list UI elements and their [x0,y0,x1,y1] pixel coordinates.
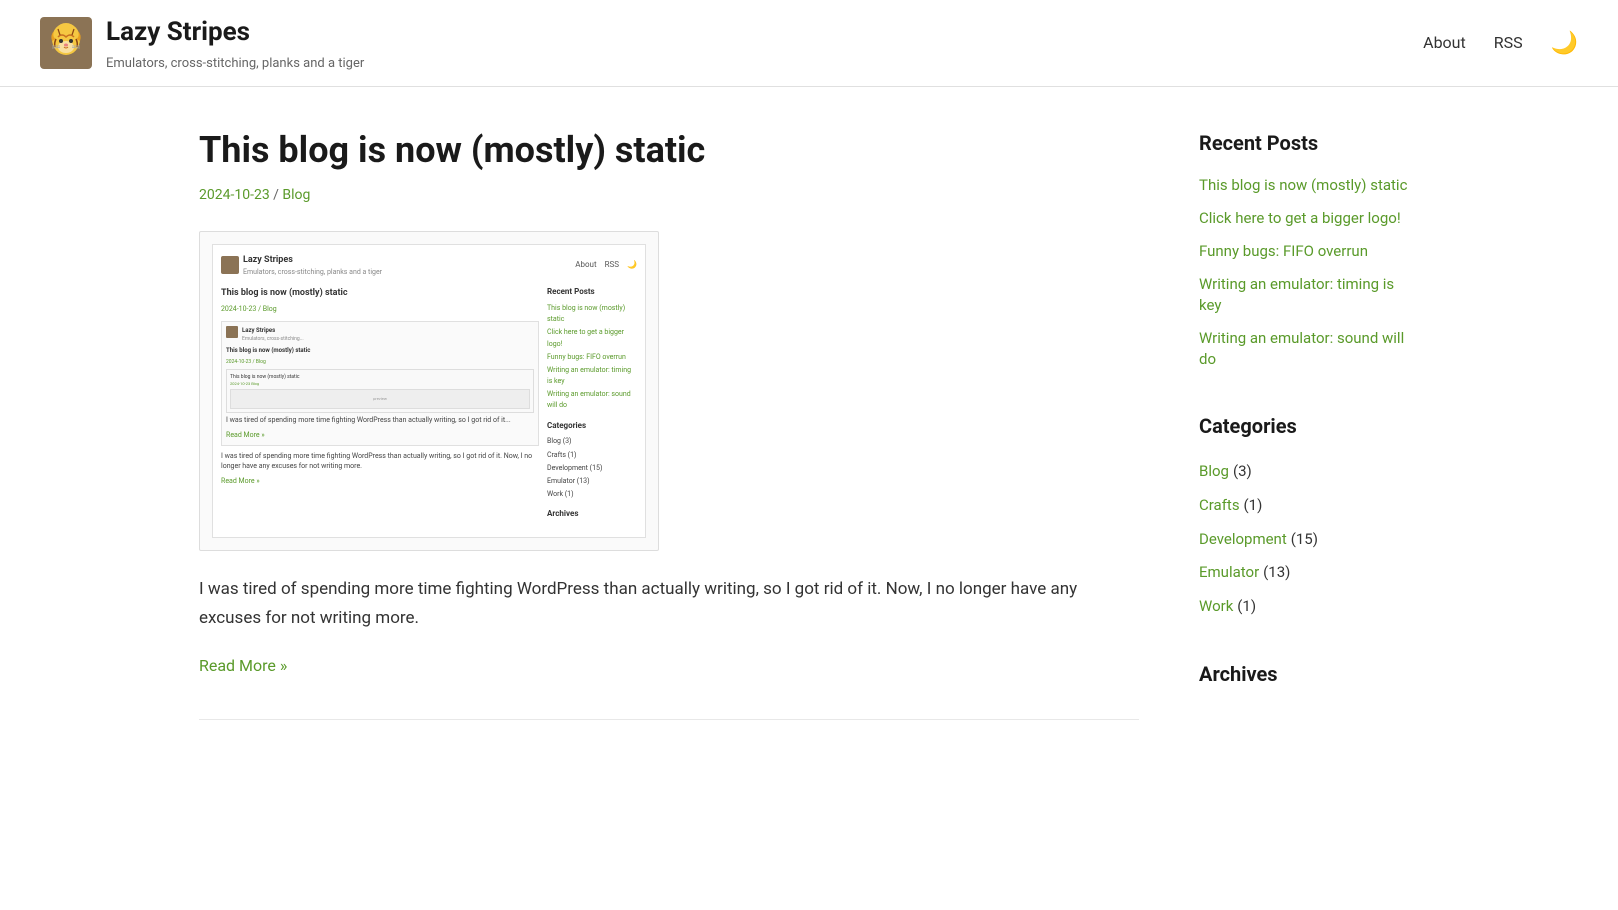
cat-link-work[interactable]: Work [1199,597,1233,615]
sidebar: Recent Posts This blog is now (mostly) s… [1199,127,1419,759]
ss-darkmode: 🌙 [627,259,637,272]
dark-mode-button[interactable]: 🌙 [1551,30,1578,56]
cat-link-emulator[interactable]: Emulator [1199,563,1259,581]
cat-count-work: (1) [1237,597,1256,615]
post-article: This blog is now (mostly) static 2024-10… [199,127,1139,719]
cat-count-blog: (3) [1233,462,1252,480]
recent-posts-heading: Recent Posts [1199,127,1419,159]
site-title: Lazy Stripes [106,12,364,54]
cat-item-work: Work (1) [1199,593,1419,619]
cat-link-crafts[interactable]: Crafts [1199,496,1240,514]
recent-post-3[interactable]: Funny bugs: FIFO overrun [1199,241,1419,262]
site-header: Lazy Stripes Emulators, cross-stitching,… [0,0,1618,87]
ss-sidebar-link-3: Funny bugs: FIFO overrun [547,352,637,363]
ss-sidebar-link-2: Click here to get a bigger logo! [547,327,637,349]
ss-sidebar-link-4: Writing an emulator: timing is key [547,365,637,387]
ss-body: This blog is now (mostly) static 2024-10… [221,286,637,529]
ss-archives-title: Archives [547,508,637,521]
cat-item-crafts: Crafts (1) [1199,492,1419,518]
ss-archives: Archives [547,508,637,521]
ss-nested-readmore: Read More » [226,430,534,441]
cat-item-development: Development (15) [1199,526,1419,552]
ss-logo-box [221,256,239,274]
post-body-text: I was tired of spending more time fighti… [199,575,1139,633]
recent-post-1[interactable]: This blog is now (mostly) static [1199,175,1419,196]
ss-readmore: Read More » [221,476,539,487]
post-screenshot: Lazy Stripes Emulators, cross-stitching,… [199,231,659,552]
site-tagline: Emulators, cross-stitching, planks and a… [106,54,364,75]
ss-about: About [575,259,596,272]
ss-sidebar: Recent Posts This blog is now (mostly) s… [547,286,637,529]
cat-link-development[interactable]: Development [1199,530,1287,548]
cat-link-blog[interactable]: Blog [1199,462,1229,480]
ss-title-group: Lazy Stripes Emulators, cross-stitching,… [243,253,382,279]
cat-count-development: (15) [1291,530,1318,548]
ss-header: Lazy Stripes Emulators, cross-stitching,… [221,253,637,279]
ss-recent-posts: Recent Posts This blog is now (mostly) s… [547,286,637,411]
cat-count-emulator: (13) [1263,563,1290,581]
main-content: This blog is now (mostly) static 2024-10… [199,127,1139,759]
sidebar-archives: Archives [1199,658,1419,690]
site-title-group: Lazy Stripes Emulators, cross-stitching,… [106,12,364,74]
ss-body-text: I was tired of spending more time fighti… [221,452,539,472]
ss-nested-text: I was tired of spending more time fighti… [226,416,534,426]
categories-heading: Categories [1199,410,1419,442]
cat-item-emulator: Emulator (13) [1199,559,1419,585]
recent-post-4[interactable]: Writing an emulator: timing is key [1199,274,1419,316]
ss-sidebar-link-5: Writing an emulator: sound will do [547,389,637,411]
ss-sidebar-link-1: This blog is now (mostly) static [547,303,637,325]
site-logo: Lazy Stripes Emulators, cross-stitching,… [40,12,364,74]
ss-site-title: Lazy Stripes [243,253,382,267]
rss-nav-link[interactable]: RSS [1494,30,1523,56]
ss-cat-title: Categories [547,420,637,433]
ss-cat-4: Emulator (13) [547,476,637,487]
page-content: This blog is now (mostly) static 2024-10… [159,87,1459,819]
sidebar-recent-posts: Recent Posts This blog is now (mostly) s… [1199,127,1419,370]
archives-heading: Archives [1199,658,1419,690]
ss-logo-row: Lazy Stripes Emulators, cross-stitching,… [221,253,382,279]
screenshot-inner: Lazy Stripes Emulators, cross-stitching,… [212,244,646,539]
ss-cat-3: Development (15) [547,463,637,474]
post-meta: 2024-10-23 / Blog [199,184,1139,206]
post-date: 2024-10-23 [199,187,270,203]
recent-post-5[interactable]: Writing an emulator: sound will do [1199,328,1419,370]
about-nav-link[interactable]: About [1423,30,1466,56]
ss-site-tagline: Emulators, cross-stitching, planks and a… [243,267,382,278]
read-more-link[interactable]: Read More » [199,656,287,675]
ss-cat-5: Work (1) [547,489,637,500]
ss-main-col: This blog is now (mostly) static 2024-10… [221,286,539,529]
ss-cat-2: Crafts (1) [547,450,637,461]
logo-image [40,17,92,69]
cat-count-crafts: (1) [1244,496,1263,514]
sidebar-categories: Categories Blog (3) Crafts (1) Developme… [1199,410,1419,618]
post-title: This blog is now (mostly) static [199,127,1139,174]
ss-nav: About RSS 🌙 [575,259,637,272]
header-nav: About RSS 🌙 [1423,30,1578,56]
ss-post-meta: 2024-10-23 / Blog [221,304,539,315]
ss-cat-1: Blog (3) [547,436,637,447]
ss-categories: Categories Blog (3) Crafts (1) Developme… [547,420,637,501]
ss-nested-preview: Lazy Stripes Emulators, cross-stitching.… [221,321,539,447]
ss-recent-title: Recent Posts [547,286,637,299]
recent-post-2[interactable]: Click here to get a bigger logo! [1199,208,1419,229]
ss-post-title: This blog is now (mostly) static [221,286,539,300]
post-category-link[interactable]: Blog [282,187,310,203]
cat-item-blog: Blog (3) [1199,458,1419,484]
ss-rss: RSS [605,259,619,272]
